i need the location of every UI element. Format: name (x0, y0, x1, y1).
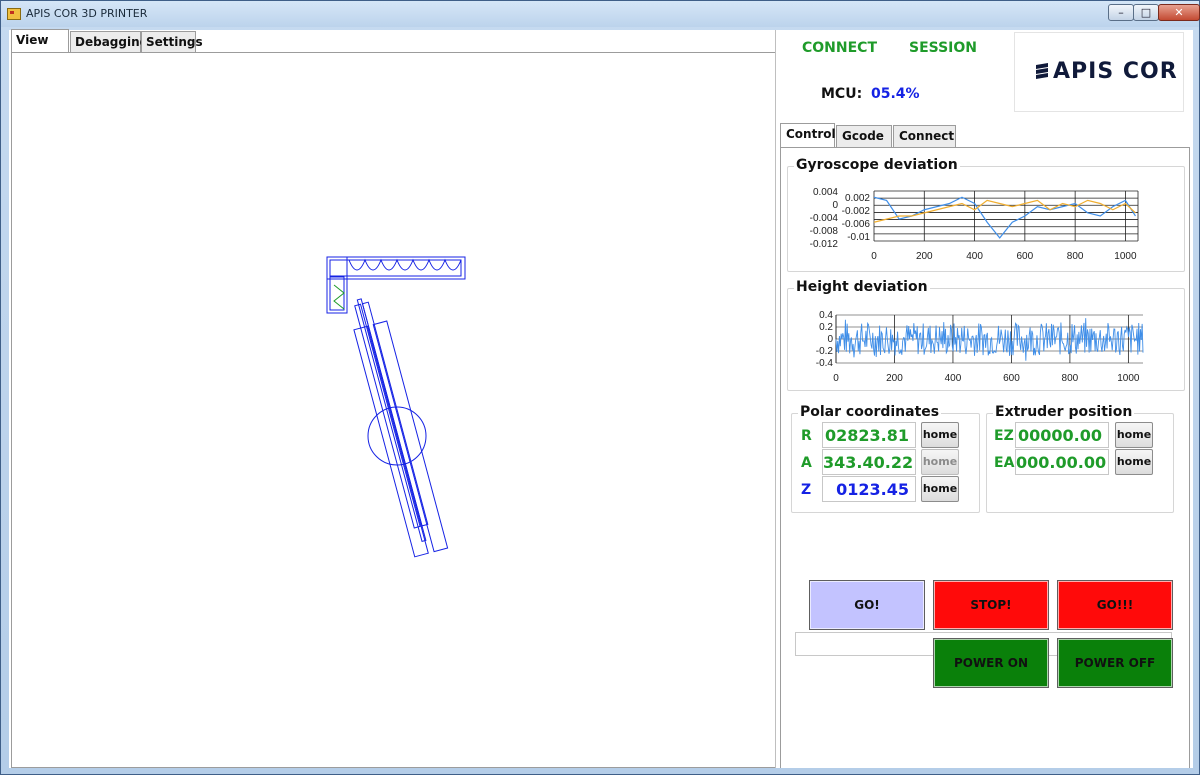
height-y-tick-label: -0.2 (816, 346, 834, 357)
tab-view[interactable]: View (11, 29, 69, 53)
height-series-line (835, 318, 1144, 361)
control-tab-content: Gyroscope deviation 0 200 400 600 800 1000 0.0… (780, 147, 1190, 768)
gyro-y-tick-label: -0.008 (810, 226, 839, 237)
gyro-series-line (873, 196, 1136, 239)
go-force-button[interactable]: GO!!! (1057, 580, 1173, 630)
app-icon (7, 8, 21, 20)
extruder-group: Extruder position EZ 00000.00 home EA 00… (986, 404, 1174, 513)
gyro-y-tick-label: -0.012 (810, 239, 839, 250)
extruder-ez-field[interactable]: 00000.00 (1015, 422, 1109, 448)
extruder-ea-field[interactable]: 000.00.00 (1015, 449, 1109, 475)
polar-z-label: Z (801, 482, 812, 498)
height-x-tick-label: 1000 (1117, 373, 1140, 384)
gyroscope-chart: 0 200 400 600 800 1000 0.004 0 -0.004 -0.008 -0.01… (810, 187, 1139, 262)
client-area: View Debagging Settings CONNECT SESSION … (9, 29, 1193, 768)
gyro-y-tick-label: 0 (832, 200, 838, 211)
height-y-tick-label: -0.4 (816, 358, 834, 369)
boom (353, 298, 449, 558)
printer-schematic (326, 256, 466, 558)
joint-marker (333, 284, 345, 310)
gyro-x-tick-label: 0 (871, 251, 877, 262)
height-y-tick-label: 0.4 (819, 310, 833, 321)
connect-button[interactable]: CONNECT (802, 40, 877, 56)
gyro-x-tick-label: 800 (1067, 251, 1084, 262)
extruder-title: Extruder position (993, 404, 1135, 420)
minimize-button[interactable]: – (1108, 4, 1134, 21)
logo-mark-icon (1036, 63, 1048, 79)
polar-group: Polar coordinates R 02823.81 home A 343.… (791, 404, 980, 513)
gyro-y-tick-label: -0.002 (842, 206, 871, 217)
height-x-tick-label: 800 (1062, 373, 1079, 384)
polar-z-home-button[interactable]: home (921, 476, 959, 502)
close-button[interactable]: ✕ (1158, 4, 1200, 21)
tab-control[interactable]: Control (780, 123, 836, 148)
gyro-x-tick-label: 600 (1017, 251, 1034, 262)
power-off-button[interactable]: POWER OFF (1057, 638, 1173, 688)
gyroscope-group: Gyroscope deviation 0 200 400 600 800 1000 0.0… (787, 157, 1185, 272)
session-button[interactable]: SESSION (909, 40, 977, 56)
window-title: APIS COR 3D PRINTER (26, 7, 148, 20)
arm-coil (348, 258, 462, 271)
tab-gcode[interactable]: Gcode (836, 125, 892, 147)
gyro-y-tick-label: 0.004 (813, 187, 838, 198)
tab-connect[interactable]: Connect (893, 125, 956, 147)
boom-rail (354, 303, 421, 529)
app-window: APIS COR 3D PRINTER – □ ✕ View Debagging… (0, 0, 1200, 775)
extruder-ez-label: EZ (994, 428, 1014, 444)
apis-cor-logo: APIS COR (1014, 32, 1184, 112)
height-x-tick-label: 600 (1003, 373, 1020, 384)
logo-text: APIS COR (1053, 59, 1178, 84)
height-title: Height deviation (794, 279, 930, 295)
polar-r-field[interactable]: 02823.81 (822, 422, 916, 448)
height-x-tick-label: 200 (886, 373, 903, 384)
polar-r-home-button[interactable]: home (921, 422, 959, 448)
height-y-tick-label: 0.2 (819, 322, 833, 333)
tab-settings[interactable]: Settings (141, 31, 203, 53)
polar-r-label: R (801, 428, 812, 444)
title-bar[interactable]: APIS COR 3D PRINTER – □ ✕ (1, 1, 1200, 27)
polar-z-field[interactable]: 0123.45 (822, 476, 916, 502)
polar-title: Polar coordinates (798, 404, 942, 420)
height-x-tick-label: 400 (945, 373, 962, 384)
hanger-inner (329, 276, 345, 311)
polar-a-label: A (801, 455, 812, 471)
polar-a-field[interactable]: 343.40.22 (822, 449, 916, 475)
gyro-x-tick-label: 200 (916, 251, 933, 262)
height-chart: 0.40.20-0.2-0.40 200 400 600 800 1000 (816, 310, 1144, 384)
gyro-y-tick-label: 0.002 (845, 193, 870, 204)
gyro-y-tick-label: -0.01 (847, 232, 870, 243)
height-y-tick-label: 0 (827, 334, 833, 345)
polar-a-home-button[interactable]: home (921, 449, 959, 475)
mcu-value: 05.4% (871, 86, 920, 102)
maximize-button[interactable]: □ (1133, 4, 1159, 21)
boom-rail (372, 320, 449, 553)
gyro-x-tick-label: 400 (966, 251, 983, 262)
power-on-button[interactable]: POWER ON (933, 638, 1049, 688)
view-canvas[interactable] (11, 52, 776, 768)
stop-button[interactable]: STOP! (933, 580, 1049, 630)
gyroscope-title: Gyroscope deviation (794, 157, 960, 173)
gyro-series-line (873, 199, 1136, 223)
gyro-y-tick-label: -0.006 (842, 219, 871, 230)
control-panel: CONNECT SESSION MCU: 05.4% APIS COR Cont… (775, 30, 1193, 768)
gyro-x-tick-label: 1000 (1114, 251, 1137, 262)
extruder-ea-label: EA (994, 455, 1015, 471)
height-x-tick-label: 0 (833, 373, 839, 384)
go-button[interactable]: GO! (809, 580, 925, 630)
extruder-ez-home-button[interactable]: home (1115, 422, 1153, 448)
tab-debagging[interactable]: Debagging (70, 31, 148, 53)
mcu-label: MCU: (821, 86, 863, 102)
gyro-y-tick-label: -0.004 (810, 213, 839, 224)
height-group: Height deviation 0.4 0.2 0 -0.2 -0.4 0 200 400 6… (787, 279, 1185, 391)
extruder-ea-home-button[interactable]: home (1115, 449, 1153, 475)
